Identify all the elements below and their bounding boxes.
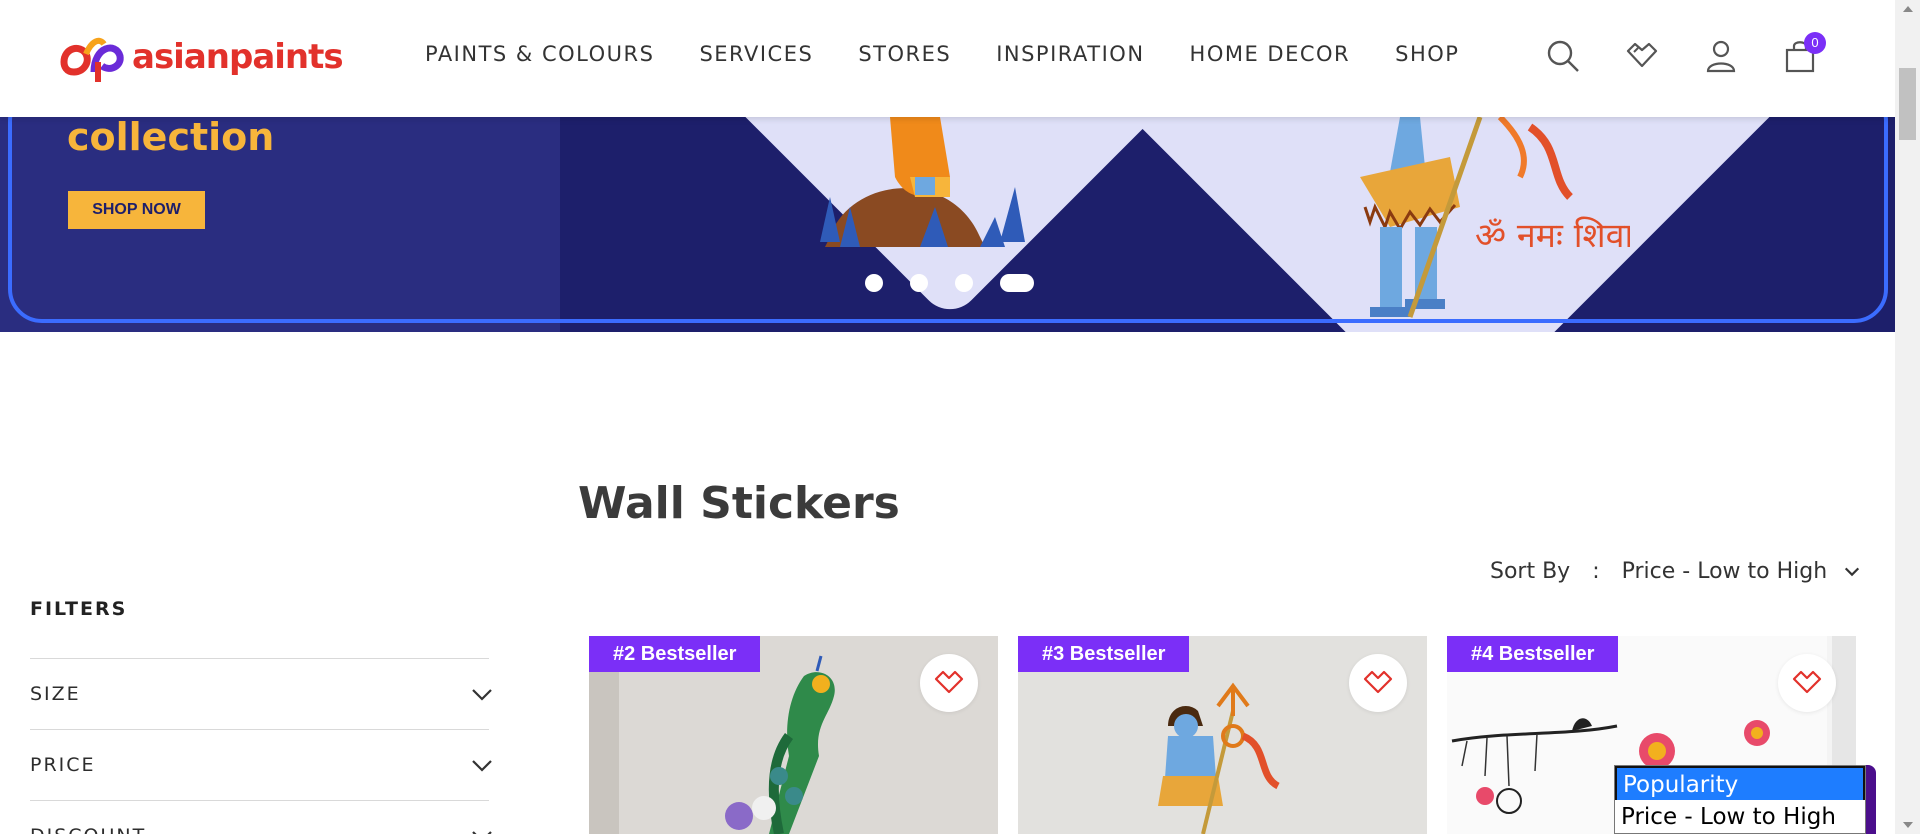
- user-icon: [1706, 40, 1736, 73]
- header-actions: 0: [1545, 32, 1861, 78]
- filter-price-label: PRICE: [30, 754, 96, 776]
- scroll-down-arrow-icon[interactable]: [1903, 822, 1913, 828]
- add-to-wishlist-button[interactable]: [1778, 654, 1836, 712]
- nav-stores[interactable]: STORES: [858, 42, 951, 66]
- brand-logo[interactable]: asianpaints: [58, 32, 344, 82]
- nav-services[interactable]: SERVICES: [699, 42, 813, 66]
- cart-count-badge: 0: [1804, 32, 1826, 54]
- scroll-up-arrow-icon[interactable]: [1903, 6, 1913, 12]
- sage-illustration: [820, 117, 1025, 247]
- search-button[interactable]: [1545, 38, 1585, 78]
- filter-discount-label: DISCOUNT: [30, 825, 146, 834]
- shiva-illustration: ॐ नमः शिवाय: [1360, 117, 1630, 318]
- carousel-dot-4-active[interactable]: [1000, 274, 1034, 292]
- product-card[interactable]: #3 Bestseller: [1018, 636, 1427, 834]
- nav-home-decor[interactable]: HOME DECOR: [1190, 42, 1351, 66]
- bestseller-badge: #2 Bestseller: [589, 636, 761, 672]
- add-to-wishlist-button[interactable]: [1349, 654, 1407, 712]
- filters-heading: FILTERS: [30, 598, 128, 620]
- bestseller-badge: #4 Bestseller: [1447, 636, 1619, 672]
- sort-colon: :: [1592, 559, 1600, 584]
- sort-options-dropdown: Popularity Price - Low to High: [1614, 765, 1866, 834]
- account-button[interactable]: [1703, 38, 1743, 78]
- sort-option-price-low-high[interactable]: Price - Low to High: [1615, 800, 1865, 834]
- filter-price[interactable]: PRICE: [30, 729, 492, 800]
- filter-discount[interactable]: DISCOUNT: [30, 800, 492, 834]
- hero-banner[interactable]: ॐ नमः शिवाय collection SHOP NOW: [0, 117, 1895, 332]
- add-to-wishlist-button[interactable]: [920, 654, 978, 712]
- carousel-dots: [865, 274, 1034, 292]
- chevron-down-icon: [472, 831, 492, 834]
- filter-size-label: SIZE: [30, 683, 81, 705]
- search-icon: [1547, 40, 1579, 72]
- chevron-down-icon: [472, 760, 492, 772]
- heart-icon: [1363, 670, 1393, 694]
- cart-button[interactable]: 0: [1782, 32, 1826, 78]
- filter-size[interactable]: SIZE: [30, 658, 492, 729]
- carousel-dot-3[interactable]: [955, 274, 973, 292]
- nav-shop[interactable]: SHOP: [1395, 42, 1459, 66]
- carousel-dot-2[interactable]: [910, 274, 928, 292]
- main-nav: PAINTS & COLOURS SERVICES STORES INSPIRA…: [425, 42, 1504, 66]
- sort-selected-value[interactable]: Price - Low to High: [1622, 559, 1828, 584]
- page-scrollbar[interactable]: [1895, 0, 1920, 834]
- banner-title: collection: [67, 117, 275, 159]
- scroll-thumb[interactable]: [1899, 68, 1916, 140]
- chevron-down-icon: [472, 689, 492, 701]
- sort-control[interactable]: Sort By : Price - Low to High: [1490, 559, 1861, 584]
- page: asianpaints PAINTS & COLOURS SERVICES ST…: [0, 0, 1920, 834]
- sort-label: Sort By: [1490, 559, 1571, 584]
- carousel-dot-1[interactable]: [865, 274, 883, 292]
- shop-now-button[interactable]: SHOP NOW: [68, 191, 205, 229]
- product-card[interactable]: #2 Bestseller: [589, 636, 998, 834]
- nav-paints-colours[interactable]: PAINTS & COLOURS: [425, 42, 654, 66]
- heart-icon: [1626, 42, 1658, 68]
- page-title: Wall Stickers: [578, 478, 900, 529]
- heart-icon: [934, 670, 964, 694]
- om-namah-shivaya-text: ॐ नमः शिवाय: [1475, 216, 1630, 256]
- site-header: asianpaints PAINTS & COLOURS SERVICES ST…: [0, 0, 1895, 117]
- chevron-down-icon: [1845, 567, 1860, 576]
- wishlist-button[interactable]: [1624, 38, 1664, 78]
- asianpaints-logo-icon: [60, 37, 124, 82]
- nav-inspiration[interactable]: INSPIRATION: [996, 42, 1144, 66]
- brand-name: asianpaints: [132, 37, 344, 77]
- heart-icon: [1792, 670, 1822, 694]
- sort-option-popularity[interactable]: Popularity: [1615, 766, 1865, 800]
- bestseller-badge: #3 Bestseller: [1018, 636, 1190, 672]
